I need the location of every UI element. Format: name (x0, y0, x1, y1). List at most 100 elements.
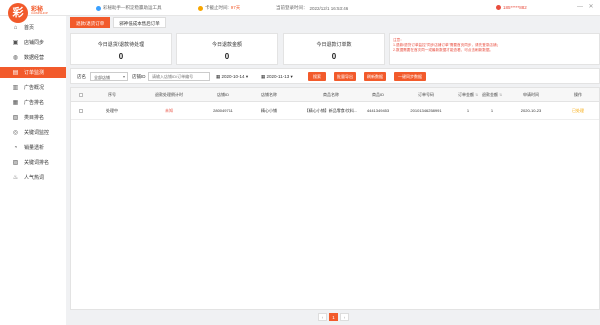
calendar-icon: ▦ (261, 74, 266, 79)
export-button[interactable]: 批量导出 (334, 72, 356, 81)
sidebar-item-8[interactable]: ◎ 关键词监控 (0, 127, 66, 138)
ad-overview-icon: ▥ (12, 85, 19, 91)
user-account[interactable]: 185*****882 (496, 5, 527, 10)
sidebar: ⌂ 首页 ▣ 店铺同步 ◍ 数据经营 ▤ 订单监测 ▥ 广告概况 ▦ 广告排名 ▧ 类目排名 ◎ 关键词监控 ◔… (0, 16, 66, 325)
minimize-icon[interactable]: — (577, 4, 583, 10)
order-icon: ▤ (12, 70, 19, 76)
sort-icon: ⇅ (475, 93, 479, 97)
stat-value: 0 (224, 52, 230, 61)
order-search-input[interactable] (148, 72, 210, 81)
date-end[interactable]: ▦ 2020-11-13 ▾ (261, 72, 293, 81)
col-countdown: 退款处理倒计时 (155, 92, 183, 97)
next-page-button[interactable]: › (340, 313, 349, 321)
shop-select[interactable]: 全部店铺 ▾ (90, 72, 128, 81)
chevron-down-icon: ▾ (290, 74, 293, 79)
table-header: 序号 退款处理倒计时 店铺ID 店铺名称 商品名称 商品ID 订单号码 订单金额… (71, 88, 599, 102)
store-sync-icon: ▣ (12, 40, 19, 46)
sidebar-item-label: 关键词排名 (24, 160, 50, 166)
col-product-id: 商品ID (372, 92, 384, 97)
cell-action-link[interactable]: 已处理 (563, 108, 593, 114)
tab-refund-orders[interactable]: 退款/退货订单 (70, 17, 111, 28)
sync-button[interactable]: 一键同步数据 (394, 72, 426, 81)
sidebar-item-5[interactable]: ▥ 广告概况 (0, 82, 66, 93)
select-all-checkbox[interactable] (79, 93, 83, 97)
chevron-down-icon: ▾ (245, 74, 249, 79)
promo-item: 彩秘助手—积淀稳赢助运工具 (96, 5, 162, 11)
prev-page-button[interactable]: ‹ (318, 313, 327, 321)
sidebar-item-6[interactable]: ▦ 广告排名 (0, 97, 66, 108)
tab-bar: 退款/退货订单 邪神低成本售后订单 (70, 17, 166, 28)
sidebar-item-1[interactable]: ⌂ 首页 (0, 22, 66, 33)
close-icon[interactable]: ✕ (588, 4, 594, 10)
sidebar-item-label: 店铺同步 (24, 40, 45, 46)
col-order-no: 订单号码 (418, 92, 434, 97)
login-value: 2022/12/1 16:53:46 (309, 5, 349, 11)
cell-product[interactable]: 【精心小铺】新品零食/饮料... (301, 108, 361, 114)
cell-countdown: 未知 (165, 108, 173, 113)
tab-after-sale-orders[interactable]: 邪神低成本售后订单 (113, 17, 166, 28)
cell-shop-id: 280049711 (213, 108, 233, 113)
clock-icon (198, 5, 203, 11)
pagination: ‹ 1 › (318, 313, 349, 321)
col-index: 序号 (108, 92, 116, 97)
stat-refund-amount: 今日退款金额 0 (176, 33, 278, 65)
search-button[interactable]: 搜索 (308, 72, 326, 81)
sidebar-item-10[interactable]: ▨ 关键词排名 (0, 157, 66, 168)
date-start[interactable]: ▦ 2020-10-14 ▾ (216, 72, 248, 81)
cell-order-no: 20101346258991 (410, 108, 442, 113)
stat-value: 0 (331, 52, 337, 61)
hot-word-icon: ♨ (12, 175, 19, 181)
sidebar-item-label: 广告概况 (24, 85, 45, 91)
stat-refund-orders: 今日退款订单数 0 (283, 33, 385, 65)
stat-pending-refunds: 今日退货/退款待处理 0 (70, 33, 172, 65)
table-row: 处理中 未知 280049711 精心小铺 【精心小铺】新品零食/饮料... 4… (71, 102, 599, 120)
category-icon: ▧ (12, 115, 19, 121)
cell-index: 处理中 (106, 108, 118, 113)
date-end-value: 2020-11-13 (266, 74, 290, 79)
sales-icon: ◔ (13, 144, 18, 151)
col-apply-time: 申请时间 (523, 92, 539, 97)
stat-label: 今日退款订单数 (316, 42, 352, 48)
orders-table: 序号 退款处理倒计时 店铺ID 店铺名称 商品名称 商品ID 订单号码 订单金额… (70, 87, 600, 310)
cell-apply-time: 2020-10-23 (520, 108, 542, 113)
stat-label: 今日退款金额 (211, 42, 242, 48)
shop-label: 店名 (77, 74, 86, 79)
col-refund-amount-label: 退款金额 (481, 92, 498, 97)
sidebar-item-label: 类目排名 (24, 115, 45, 121)
sidebar-item-label: 人气热词 (24, 175, 45, 181)
stat-value: 0 (118, 52, 124, 61)
sidebar-item-11[interactable]: ♨ 人气热词 (0, 172, 66, 183)
col-order-amount-label: 订单金额 (457, 92, 474, 97)
stat-label: 今日退货/退款待处理 (97, 42, 145, 48)
notice-line-2: 2.数据需要在首次同一或最新数据才能查看，可点击刷新数据。 (393, 48, 494, 52)
row-checkbox[interactable] (79, 109, 83, 113)
sort-icon: ⇅ (499, 93, 503, 97)
col-shop-name: 店铺名称 (261, 92, 277, 97)
col-product: 商品名称 (323, 92, 339, 97)
date-start-value: 2020-10-14 (221, 74, 245, 79)
login-time-item: 当前登录时间： 2022/12/1 16:53:46 (276, 5, 348, 11)
cell-order-amount: 1 (466, 108, 470, 113)
home-icon: ⌂ (13, 24, 18, 31)
sidebar-item-label: 数据经营 (24, 55, 45, 61)
col-order-amount[interactable]: 订单金额 ⇅ (457, 92, 479, 98)
sidebar-item-2[interactable]: ▣ 店铺同步 (0, 37, 66, 48)
sidebar-item-label: 销量透析 (24, 145, 45, 151)
page-number-current[interactable]: 1 (329, 313, 338, 321)
sidebar-item-4[interactable]: ▤ 订单监测 (0, 67, 66, 78)
refresh-button[interactable]: 刷新数据 (364, 72, 386, 81)
sidebar-item-label: 广告排名 (24, 100, 45, 106)
sidebar-item-3[interactable]: ◍ 数据经营 (0, 52, 66, 63)
expiry-value: 97天 (230, 5, 241, 10)
chevron-down-icon: ▾ (122, 74, 125, 79)
notice-box: 注意： 1.退款/退货订单监控"同步店铺订单"需要首页同步，请先登录店铺； 2.… (389, 33, 600, 65)
filter-bar: 店名 全部店铺 ▾ 店铺ID ▦ 2020-10-14 ▾ ▦ 2020-11-… (70, 68, 600, 84)
keyword-monitor-icon: ◎ (12, 130, 19, 136)
col-refund-amount[interactable]: 退款金额 ⇅ (481, 92, 503, 98)
sidebar-item-label: 首页 (24, 25, 35, 31)
sidebar-item-9[interactable]: ◔ 销量透析 (0, 142, 66, 153)
sidebar-item-label: 订单监测 (24, 70, 45, 76)
cell-product-id: 4441349453 (366, 108, 390, 113)
data-icon: ◍ (12, 55, 19, 61)
sidebar-item-7[interactable]: ▧ 类目排名 (0, 112, 66, 123)
